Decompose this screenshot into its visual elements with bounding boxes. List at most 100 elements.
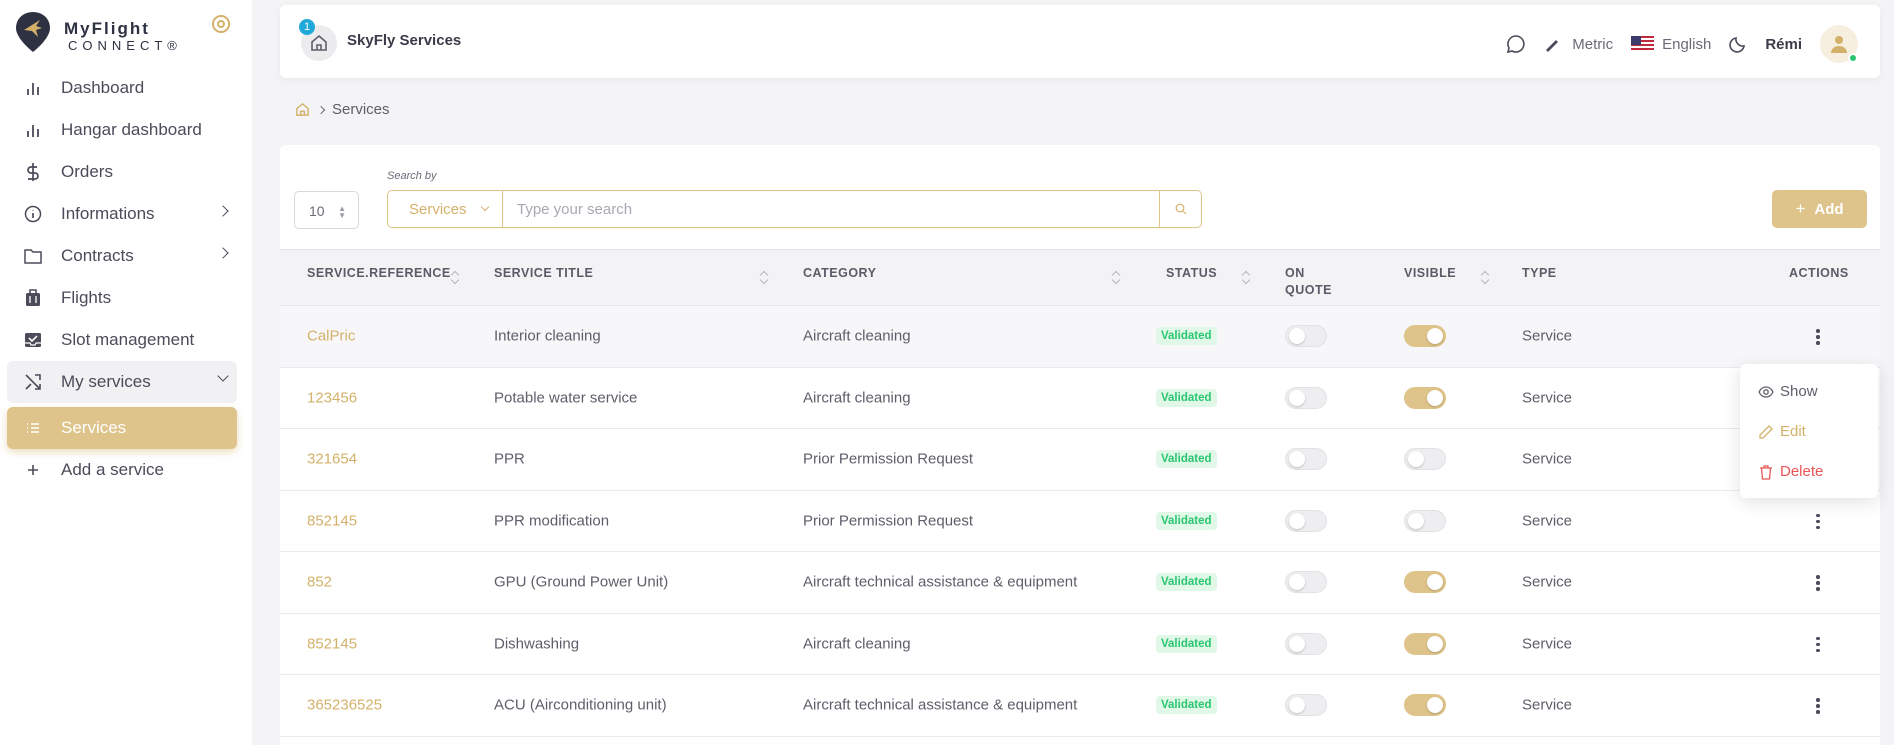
home-icon: [311, 34, 327, 51]
search-button[interactable]: [1159, 191, 1201, 227]
language-selector[interactable]: English: [1631, 36, 1711, 53]
sidebar-item-informations[interactable]: Informations: [7, 193, 237, 235]
logo-pin-icon: [16, 12, 50, 52]
notification-badge: 1: [299, 19, 315, 35]
on-quote-toggle[interactable]: [1285, 571, 1327, 593]
page-size-select[interactable]: 10 ▲ ▼: [294, 191, 359, 229]
service-reference-link[interactable]: 852145: [307, 512, 357, 529]
info-icon: [23, 204, 43, 224]
service-reference-link[interactable]: 365236525: [307, 697, 382, 714]
status-badge: Validated: [1156, 511, 1217, 530]
table-row[interactable]: 852 GPU (Ground Power Unit) Aircraft techn…: [280, 552, 1880, 614]
visible-toggle[interactable]: [1404, 325, 1446, 347]
avatar[interactable]: [1820, 25, 1858, 63]
sidebar-item-my-services[interactable]: My services: [7, 361, 237, 403]
on-quote-toggle[interactable]: [1285, 632, 1327, 655]
table-row[interactable]: 365236525 ACU (Airconditioning unit) Aircr…: [280, 675, 1880, 737]
col-header-category[interactable]: CATEGORY: [803, 265, 876, 282]
sidebar: MyFlight CONNECT® Dashboard Hangar dashb…: [0, 0, 252, 745]
sort-icon[interactable]: [760, 270, 768, 284]
on-quote-toggle[interactable]: [1285, 694, 1327, 716]
service-reference-link[interactable]: 852145: [307, 635, 357, 652]
sidebar-item-dashboard[interactable]: Dashboard: [7, 67, 237, 109]
service-reference-link[interactable]: 321654: [307, 451, 357, 468]
menu-item-delete[interactable]: Delete: [1758, 463, 1823, 480]
on-quote-toggle[interactable]: [1285, 448, 1327, 470]
col-header-title[interactable]: SERVICE TITLE: [494, 265, 593, 282]
visible-toggle[interactable]: [1404, 694, 1446, 716]
more-actions-icon[interactable]: [1816, 513, 1820, 530]
dark-mode-icon[interactable]: [1729, 35, 1747, 53]
more-actions-icon[interactable]: [1816, 698, 1820, 714]
col-header-status[interactable]: STATUS: [1166, 265, 1217, 282]
home-icon[interactable]: [295, 102, 310, 117]
service-category: Aircraft cleaning: [803, 327, 911, 345]
table-row[interactable]: CalPric Interior cleaning Aircraft cleanin…: [280, 306, 1880, 368]
status-badge: Validated: [1156, 696, 1217, 715]
table-row[interactable]: 123456 Potable water service Aircraft clea…: [280, 368, 1880, 429]
menu-item-edit[interactable]: Edit: [1758, 423, 1806, 440]
sidebar-item-label: Hangar dashboard: [61, 120, 202, 139]
logo-text: MyFlight: [64, 19, 150, 38]
user-name[interactable]: Rémi: [1765, 36, 1802, 53]
more-actions-icon[interactable]: [1816, 329, 1820, 345]
search-field-select[interactable]: Services: [388, 191, 503, 227]
on-quote-toggle[interactable]: [1285, 509, 1327, 532]
col-header-visible[interactable]: VISIBLE: [1404, 265, 1456, 282]
service-type: Service: [1522, 573, 1573, 591]
sort-icon[interactable]: [1112, 270, 1120, 284]
language-label: English: [1662, 35, 1712, 53]
sidebar-item-contracts[interactable]: Contracts: [7, 235, 237, 277]
add-button[interactable]: + Add: [1772, 190, 1867, 228]
table-row[interactable]: 852145 PPR modification Prior Permission R…: [280, 491, 1880, 552]
col-header-reference[interactable]: SERVICE.REFERENCE: [307, 265, 451, 282]
visible-toggle[interactable]: [1404, 632, 1446, 655]
service-reference-link[interactable]: 852: [307, 574, 332, 591]
sort-icon[interactable]: [1481, 270, 1489, 284]
more-actions-icon[interactable]: [1816, 636, 1820, 653]
sort-icon[interactable]: [451, 270, 459, 284]
service-reference-link[interactable]: 123456: [307, 389, 357, 406]
sidebar-item-label: Dashboard: [61, 78, 145, 97]
service-title: Potable water service: [494, 389, 638, 407]
status-badge: Validated: [1156, 573, 1217, 592]
topbar-actions: Metric English Rémi: [1488, 25, 1858, 63]
visible-toggle[interactable]: [1404, 571, 1446, 593]
inbox-check-icon: [23, 330, 43, 350]
breadcrumb-separator: [316, 105, 326, 114]
table-row[interactable]: 321654 PPR Prior Permission Request Validat…: [280, 429, 1880, 491]
service-title: ACU (Airconditioning unit): [494, 696, 667, 714]
sidebar-item-hangar-dashboard[interactable]: Hangar dashboard: [7, 109, 237, 151]
bar-chart-icon: [23, 78, 43, 98]
menu-item-label: Show: [1780, 383, 1818, 400]
services-table: SERVICE.REFERENCE SERVICE TITLE CATEGORY…: [280, 249, 1880, 737]
units-toggle[interactable]: Metric: [1544, 36, 1613, 53]
table-row[interactable]: 852145 Dishwashing Aircraft cleaning Valida…: [280, 614, 1880, 675]
sidebar-item-add-a-service[interactable]: Add a service: [7, 449, 237, 491]
service-title: Interior cleaning: [494, 327, 601, 345]
search-input[interactable]: [503, 191, 1159, 227]
service-reference-link[interactable]: CalPric: [307, 328, 355, 345]
sidebar-item-services[interactable]: Services: [7, 407, 237, 449]
plus-icon: [23, 460, 43, 480]
dollar-icon: [23, 162, 43, 182]
col-header-on-quote: ON QUOTE: [1285, 266, 1332, 297]
on-quote-toggle[interactable]: [1285, 325, 1327, 347]
sidebar-item-flights[interactable]: Flights: [7, 277, 237, 319]
sidebar-collapse-icon[interactable]: [212, 15, 230, 33]
on-quote-toggle[interactable]: [1285, 386, 1327, 409]
chat-icon[interactable]: [1506, 34, 1526, 54]
menu-item-show[interactable]: Show: [1758, 383, 1818, 400]
sidebar-item-slot-management[interactable]: Slot management: [7, 319, 237, 361]
logo[interactable]: MyFlight CONNECT®: [14, 10, 234, 58]
visible-toggle[interactable]: [1404, 448, 1446, 470]
topbar: 1 SkyFly Services Metric English Rémi: [280, 5, 1880, 78]
org-name[interactable]: SkyFly Services: [347, 32, 461, 49]
visible-toggle[interactable]: [1404, 509, 1446, 532]
sort-icon[interactable]: [1242, 270, 1250, 284]
sidebar-item-orders[interactable]: Orders: [7, 151, 237, 193]
service-category: Prior Permission Request: [803, 450, 974, 468]
sidebar-item-label: Flights: [61, 288, 112, 307]
more-actions-icon[interactable]: [1816, 575, 1820, 591]
visible-toggle[interactable]: [1404, 386, 1446, 409]
